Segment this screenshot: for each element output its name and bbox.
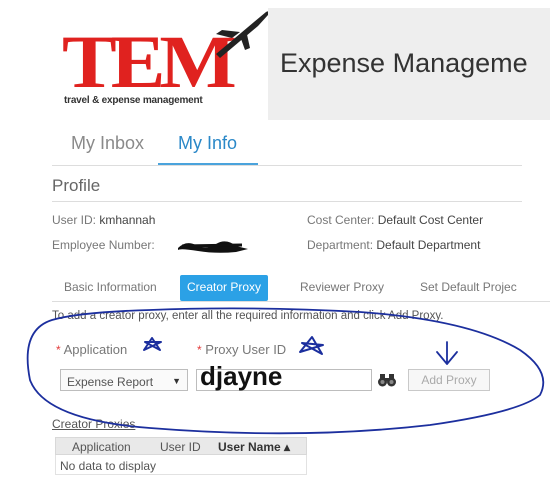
tab-my-info[interactable]: My Info [178, 133, 237, 154]
binoculars-search-icon[interactable] [377, 371, 397, 389]
tab-creator-proxy[interactable]: Creator Proxy [180, 275, 269, 301]
dropdown-caret-icon: ▼ [172, 376, 181, 386]
application-select[interactable]: Expense Report ▼ [60, 369, 188, 391]
instruction-text: To add a creator proxy, enter all the re… [52, 310, 444, 322]
tab-reviewer-proxy[interactable]: Reviewer Proxy [294, 275, 390, 301]
proxy-user-id-label: * Proxy User ID [197, 342, 286, 357]
app-title: Expense Manageme [280, 48, 528, 78]
employee-number-field: Employee Number: [52, 238, 155, 252]
subtabs-divider [52, 301, 550, 302]
star-annotation-application [143, 337, 162, 351]
profile-divider [52, 201, 522, 202]
creator-proxies-title: Creator Proxies [52, 417, 136, 431]
application-label: * Application [56, 342, 127, 357]
add-proxy-button[interactable]: Add Proxy [408, 369, 490, 391]
proxy-user-id-value[interactable]: djayne [200, 361, 282, 392]
cost-center-value: Default Cost Center [377, 213, 484, 227]
empty-table-message: No data to display [60, 459, 157, 473]
department-value: Default Department [376, 238, 481, 252]
department-field: Department: Default Department [307, 238, 480, 252]
department-label: Department: [307, 238, 374, 252]
column-header-user-name[interactable]: User Name ▴ [218, 440, 290, 454]
column-header-application[interactable]: Application [72, 440, 131, 454]
proxy-user-id-label-text: Proxy User ID [205, 342, 287, 357]
user-id-field: User ID: kmhannah [52, 213, 155, 227]
profile-heading: Profile [52, 176, 101, 195]
redaction-scribble [178, 241, 248, 253]
tabs-divider [52, 165, 522, 166]
arrow-annotation [436, 341, 458, 365]
airplane-icon [216, 11, 269, 58]
logo: TEM [62, 19, 237, 104]
application-select-value: Expense Report [67, 375, 154, 389]
tab-basic-information[interactable]: Basic Information [58, 275, 163, 301]
tab-my-inbox[interactable]: My Inbox [71, 133, 144, 154]
logo-tagline: travel & expense management [64, 95, 203, 106]
cost-center-field: Cost Center: Default Cost Center [307, 213, 483, 227]
employee-number-label: Employee Number: [52, 238, 155, 252]
column-header-user-id[interactable]: User ID [160, 440, 201, 454]
tab-set-default-project[interactable]: Set Default Projec [414, 275, 523, 301]
column-header-user-name-text: User Name [218, 440, 281, 454]
application-label-text: Application [63, 342, 128, 357]
cost-center-label: Cost Center: [307, 213, 375, 227]
star-annotation-proxy [299, 336, 324, 355]
user-id-value: kmhannah [99, 213, 156, 227]
sort-ascending-icon: ▴ [284, 440, 291, 454]
required-marker: * [197, 343, 202, 357]
active-tab-indicator [158, 163, 258, 165]
user-id-label: User ID: [52, 213, 97, 227]
required-marker: * [56, 343, 61, 357]
